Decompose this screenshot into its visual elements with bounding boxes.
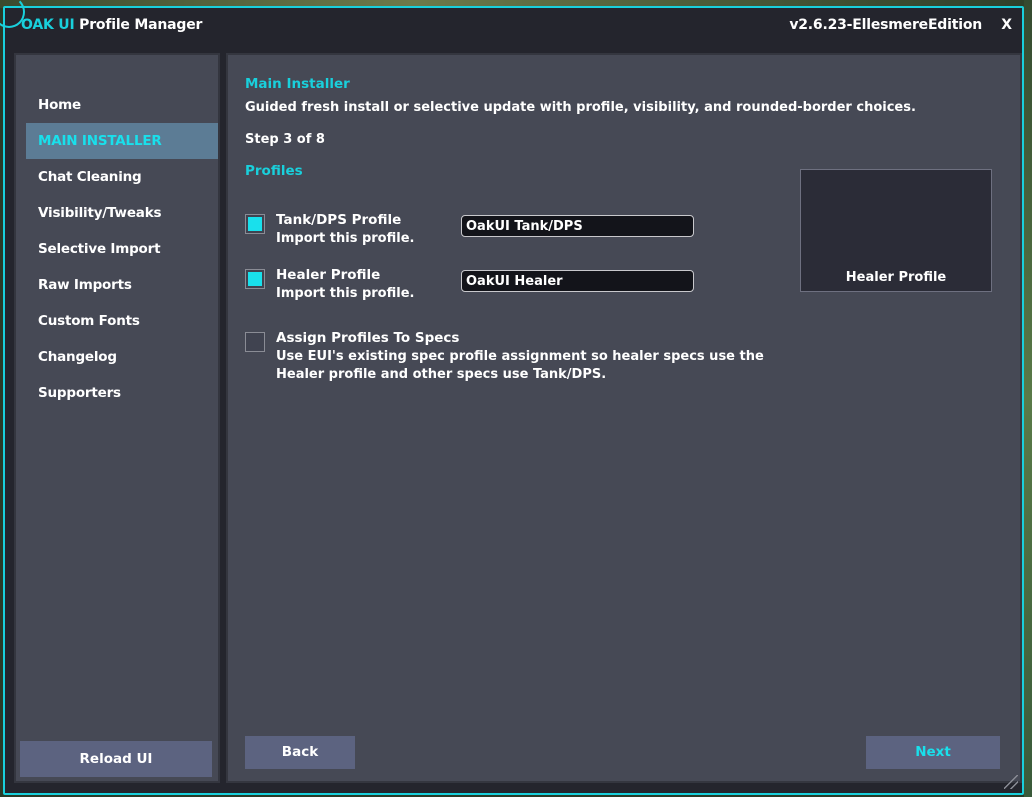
profile-manager-window: OAK UI Profile Manager v2.6.23-Ellesmere… <box>0 0 1024 795</box>
sidebar-item-changelog[interactable]: Changelog <box>26 339 218 375</box>
sidebar-item-home[interactable]: Home <box>26 87 218 123</box>
next-button[interactable]: Next <box>866 736 1000 769</box>
title-bar[interactable]: OAK UI Profile Manager v2.6.23-Ellesmere… <box>5 8 1022 46</box>
page-description: Guided fresh install or selective update… <box>245 100 916 115</box>
title-accent: OAK UI <box>21 17 75 33</box>
sidebar: Home MAIN INSTALLER Chat Cleaning Visibi… <box>14 53 220 783</box>
sidebar-item-visibility-tweaks[interactable]: Visibility/Tweaks <box>26 195 218 231</box>
preview-label: Healer Profile <box>845 270 947 285</box>
sidebar-item-custom-fonts[interactable]: Custom Fonts <box>26 303 218 339</box>
tank-dps-label: Tank/DPS Profile <box>276 212 402 228</box>
assign-specs-label: Assign Profiles To Specs <box>276 330 460 346</box>
window-title: OAK UI Profile Manager <box>21 17 202 33</box>
close-button[interactable]: X <box>1001 17 1012 33</box>
sidebar-item-supporters[interactable]: Supporters <box>26 375 218 411</box>
title-rest: Profile Manager <box>74 17 203 33</box>
page-title: Main Installer <box>245 76 350 92</box>
healer-checkbox[interactable] <box>245 269 265 289</box>
sidebar-item-raw-imports[interactable]: Raw Imports <box>26 267 218 303</box>
sidebar-item-main-installer[interactable]: MAIN INSTALLER <box>26 123 218 159</box>
assign-specs-checkbox[interactable] <box>245 332 265 352</box>
tank-dps-profile-name-input[interactable] <box>461 215 694 237</box>
resize-grip-icon[interactable] <box>1004 775 1018 789</box>
background-world-right <box>1024 0 1032 797</box>
back-button[interactable]: Back <box>245 736 355 769</box>
main-panel: Main Installer Guided fresh install or s… <box>226 53 1022 783</box>
sidebar-item-selective-import[interactable]: Selective Import <box>26 231 218 267</box>
tank-dps-checkbox[interactable] <box>245 214 265 234</box>
section-heading-profiles: Profiles <box>245 163 303 179</box>
step-indicator: Step 3 of 8 <box>245 132 325 147</box>
profile-preview: Healer Profile <box>800 169 992 292</box>
version-label: v2.6.23-EllesmereEdition <box>789 17 982 33</box>
sidebar-item-chat-cleaning[interactable]: Chat Cleaning <box>26 159 218 195</box>
healer-label: Healer Profile <box>276 267 381 283</box>
assign-specs-description: Use EUI's existing spec profile assignme… <box>276 349 764 382</box>
reload-ui-button[interactable]: Reload UI <box>20 741 212 777</box>
healer-profile-name-input[interactable] <box>461 270 694 292</box>
